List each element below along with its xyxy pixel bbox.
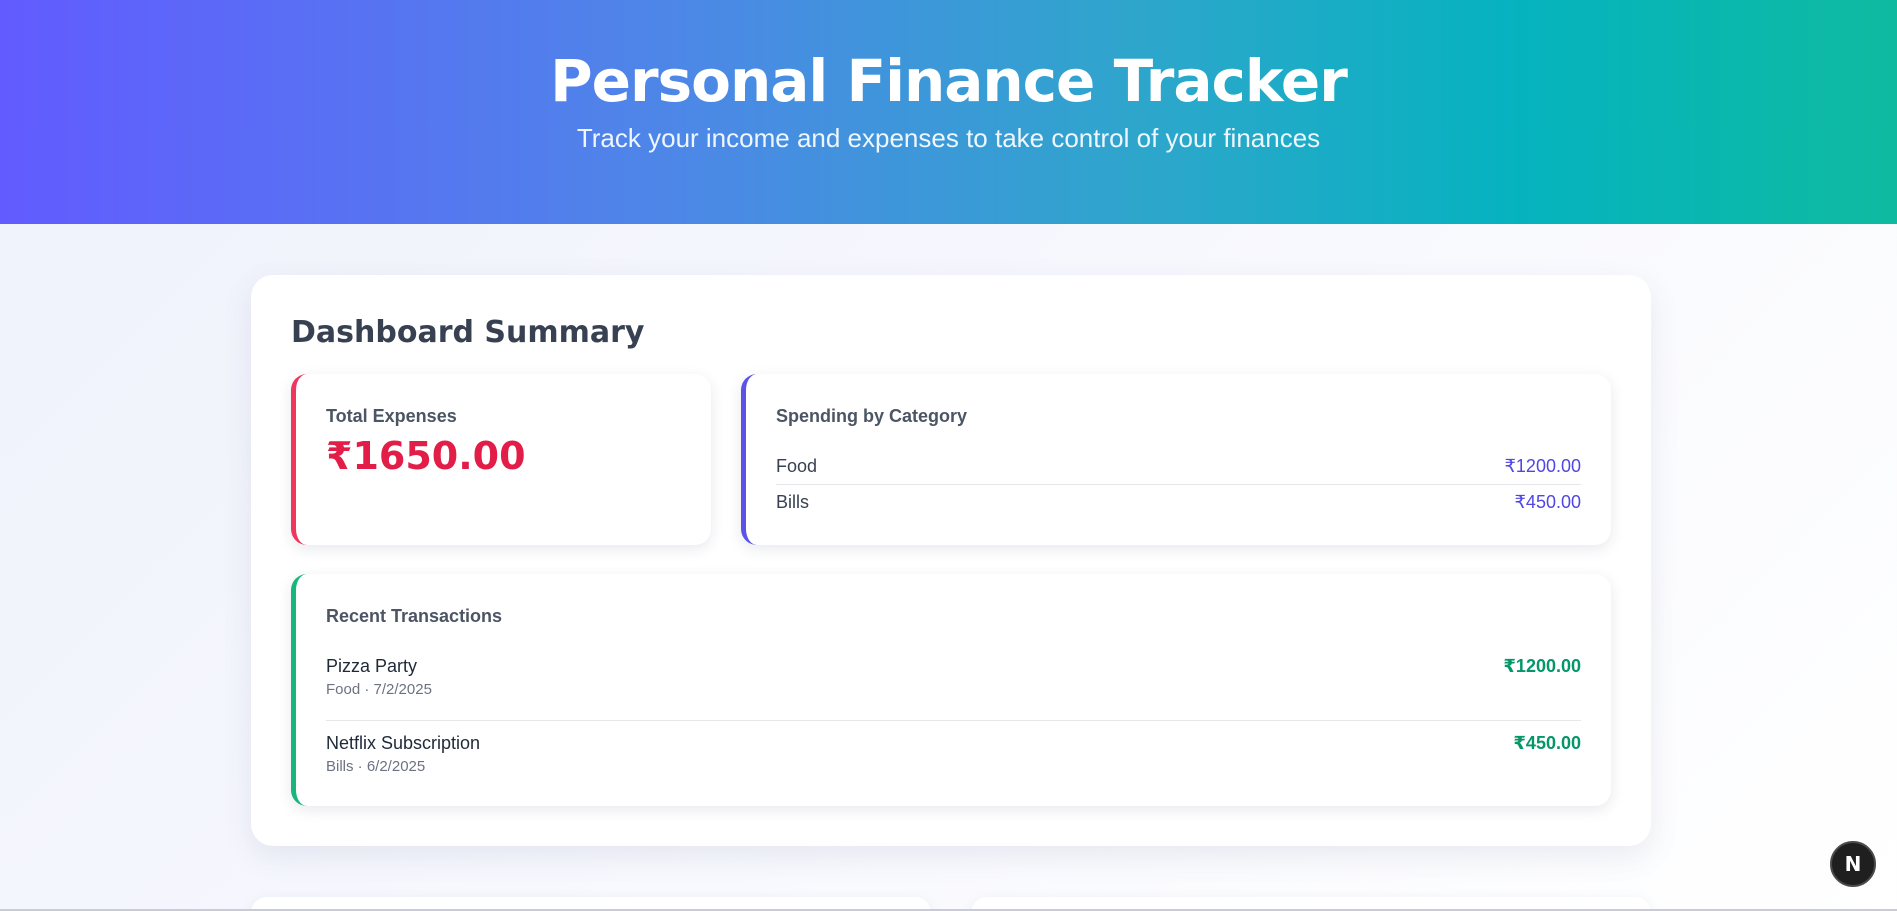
category-name: Food xyxy=(776,455,818,476)
page-subtitle: Track your income and expenses to take c… xyxy=(576,123,1321,154)
transaction-meta: Bills · 6/2/2025 xyxy=(326,758,426,775)
spending-by-category-card: Spending by Category Food ₹1200.00 Bills… xyxy=(741,374,1611,545)
category-amount: ₹1200.00 xyxy=(1504,455,1581,476)
category-name: Bills xyxy=(776,492,810,512)
dashboard-title: Dashboard Summary xyxy=(291,315,645,350)
category-row-bills: Bills ₹450.00 xyxy=(776,484,1581,520)
dashboard-summary-panel: Dashboard Summary Total Expenses ₹1650.0… xyxy=(251,275,1651,846)
total-expenses-card: Total Expenses ₹1650.00 xyxy=(291,374,711,545)
transaction-amount: ₹1200.00 xyxy=(1503,656,1581,676)
transaction-name: Pizza Party xyxy=(326,656,418,676)
spending-by-category-label: Spending by Category xyxy=(776,406,968,426)
header-banner: Personal Finance Tracker Track your inco… xyxy=(0,0,1897,224)
total-expenses-value: ₹1650.00 xyxy=(326,434,526,478)
transaction-row: Pizza Party Food · 7/2/2025 ₹1200.00 xyxy=(326,654,1581,720)
category-row-food: Food ₹1200.00 xyxy=(776,448,1581,484)
transaction-info: Netflix Subscription Bills · 6/2/2025 xyxy=(326,733,480,775)
category-list: Food ₹1200.00 Bills ₹450.00 xyxy=(776,448,1581,520)
category-amount: ₹450.00 xyxy=(1514,492,1581,512)
page-title: Personal Finance Tracker xyxy=(550,46,1348,115)
transaction-list: Pizza Party Food · 7/2/2025 ₹1200.00 Net… xyxy=(326,654,1581,786)
total-expenses-label: Total Expenses xyxy=(326,406,457,426)
transaction-info: Pizza Party Food · 7/2/2025 xyxy=(326,656,432,698)
transaction-meta: Food · 7/2/2025 xyxy=(326,681,432,698)
recent-transactions-label: Recent Transactions xyxy=(326,606,503,626)
recent-transactions-card: Recent Transactions Pizza Party Food · 7… xyxy=(291,574,1611,806)
transaction-amount: ₹450.00 xyxy=(1513,733,1581,753)
transaction-row: Netflix Subscription Bills · 6/2/2025 ₹4… xyxy=(326,720,1581,786)
transaction-name: Netflix Subscription xyxy=(326,733,481,753)
dev-tools-n-icon[interactable]: N xyxy=(1830,841,1876,887)
